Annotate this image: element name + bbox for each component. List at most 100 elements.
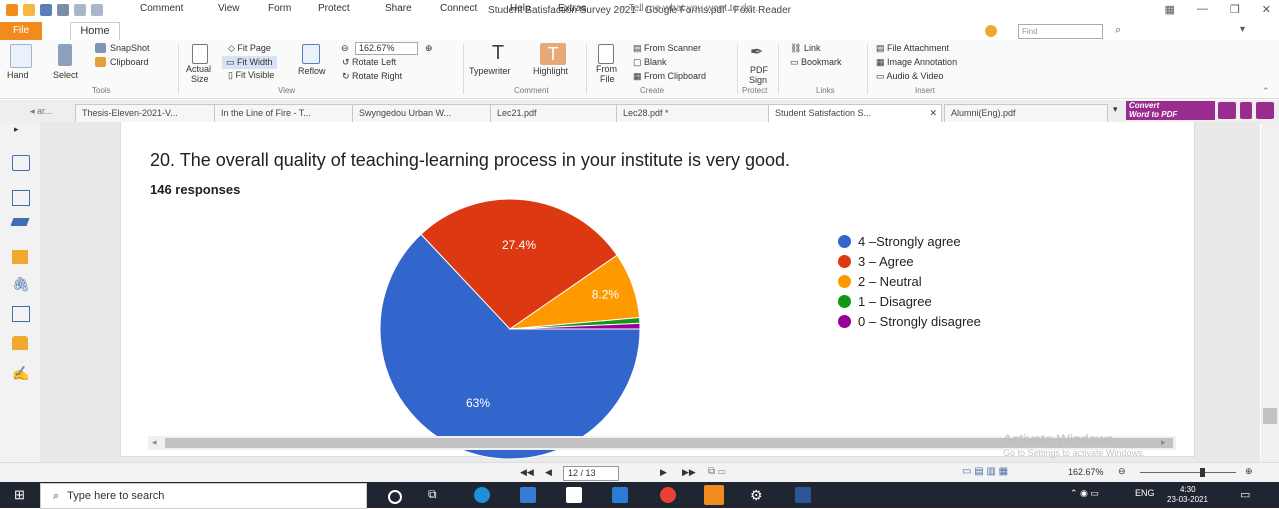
bookmark-button[interactable]: ▭ Bookmark [790,57,842,68]
actual-size-label-1[interactable]: Actual [186,64,211,74]
rotate-right-button[interactable]: ↻ Rotate Right [342,71,402,82]
menu-view[interactable]: View [218,3,240,14]
signature-panel-icon[interactable]: ✍ [12,366,29,380]
store-icon[interactable] [566,487,582,503]
start-icon[interactable]: ⊞ [14,488,28,502]
menu-share[interactable]: Share [385,3,412,14]
bookmarks-panel-icon[interactable] [12,155,30,171]
highlight-label[interactable]: Highlight [533,66,568,76]
from-file-icon[interactable] [598,44,614,64]
pin-icon[interactable] [1240,102,1252,119]
from-file-label-1[interactable]: From [596,64,617,74]
blank-button[interactable]: ▢ Blank [633,57,667,68]
tab-thesis[interactable]: Thesis-Eleven-2021-V... [75,104,224,122]
ribbon-display-icon[interactable]: ▦ [1165,3,1175,16]
collapse-ribbon-icon[interactable]: ⌃ [1262,86,1270,97]
word-icon[interactable] [795,487,811,503]
clock-date[interactable]: 23-03-2021 [1167,495,1208,504]
status-zoom-in-icon[interactable]: ⊕ [1245,466,1253,477]
search-icon[interactable]: ⌕ [1115,24,1121,37]
tab-lec21[interactable]: Lec21.pdf [490,104,624,122]
close-button[interactable]: ✕ [1262,3,1271,16]
page-layout-icons[interactable]: ▭ ▤ ▥ ▦ [962,466,1008,477]
pages-panel-icon[interactable] [12,190,30,206]
select-label[interactable]: Select [53,70,78,80]
share-icon[interactable] [1256,102,1274,119]
fit-page-button[interactable]: ◇ Fit Page [228,43,271,54]
clock-time[interactable]: 4:30 [1180,485,1196,494]
file-explorer-icon[interactable] [520,487,536,503]
previous-page-icon[interactable]: ◀ [545,467,552,478]
highlight-icon[interactable]: T [540,43,566,65]
tab-line-of-fire[interactable]: In the Line of Fire - T... [214,104,362,122]
zoom-select[interactable]: 162.67% [355,42,418,55]
menu-protect[interactable]: Protect [318,3,350,14]
scroll-left-arrow-icon[interactable]: ◂ [152,437,157,448]
content-panel-icon[interactable] [12,306,30,322]
tab-student-satisfaction[interactable]: Student Satisfaction S... ✕ [768,104,942,122]
input-language[interactable]: ENG [1135,488,1155,498]
select-icon[interactable] [58,44,72,66]
fit-width-button[interactable]: ▭ Fit Width [222,56,277,69]
audio-video-button[interactable]: ▭ Audio & Video [876,71,943,82]
foxit-reader-icon[interactable] [704,485,724,505]
menu-file[interactable]: File [0,22,42,40]
tab-scroll-left-icon[interactable]: ◂ ar... [30,106,52,117]
cortana-icon[interactable] [388,490,402,504]
actual-size-label-2[interactable]: Size [191,74,209,84]
pdf-sign-label-1[interactable]: PDF [750,65,768,75]
copy-icon[interactable]: ⧉ ▭ [708,466,726,477]
close-tab-icon[interactable]: ✕ [929,105,937,121]
chrome-icon[interactable] [660,487,676,503]
typewriter-label[interactable]: Typewriter [469,66,511,76]
typewriter-icon[interactable]: T [488,43,508,64]
zoom-slider[interactable] [1140,472,1236,473]
restore-button[interactable]: ❐ [1230,3,1240,16]
zoom-in-icon[interactable]: ⊕ [425,43,433,54]
help-icon[interactable]: ▾ [1240,24,1245,35]
zoom-slider-thumb[interactable] [1200,468,1205,477]
link-button[interactable]: ⛓ Link [790,43,820,54]
comments-panel-icon[interactable] [12,250,28,264]
rotate-left-button[interactable]: ↺ Rotate Left [342,57,396,68]
notifications-icon[interactable]: ▭ [1240,488,1250,501]
edge-icon[interactable] [474,487,490,503]
file-attachment-button[interactable]: ▤ File Attachment [876,43,949,54]
fit-visible-button[interactable]: ▯ Fit Visible [228,70,274,81]
menu-connect[interactable]: Connect [440,3,477,14]
security-panel-icon[interactable] [12,336,28,350]
page-number-input[interactable]: 12 / 13 [563,466,619,481]
scroll-right-arrow-icon[interactable]: ▸ [1161,437,1166,448]
first-page-icon[interactable]: ◀◀ [520,467,534,478]
from-file-label-2[interactable]: File [600,74,615,84]
tab-list-dropdown-icon[interactable]: ▾ [1113,104,1118,115]
menu-form[interactable]: Form [268,3,291,14]
tab-lec28[interactable]: Lec28.pdf * [616,104,778,122]
image-annotation-button[interactable]: ▦ Image Annotation [876,57,957,68]
zoom-out-icon[interactable]: ⊖ [341,43,349,54]
hand-label[interactable]: Hand [7,70,29,80]
task-view-icon[interactable]: ⧉ [428,487,444,503]
snapshot-button[interactable]: SnapShot [110,43,150,53]
last-page-icon[interactable]: ▶▶ [682,467,696,478]
taskbar-search[interactable]: ⌕ Type here to search [40,483,367,509]
vertical-scroll-thumb[interactable] [1263,408,1277,424]
minimize-button[interactable]: — [1197,3,1208,16]
tab-swyngedou[interactable]: Swyngedou Urban W... [352,104,498,122]
reflow-icon[interactable] [302,44,320,64]
clipboard-button[interactable]: Clipboard [110,57,149,67]
convert-word-to-pdf-button[interactable]: Convert Word to PDF [1126,101,1215,120]
from-scanner-button[interactable]: ▤ From Scanner [633,43,701,54]
expand-sidebar-icon[interactable]: ▸ [14,124,19,135]
menu-extras[interactable]: Extras [558,3,586,14]
status-zoom-out-icon[interactable]: ⊖ [1118,466,1126,477]
next-page-icon[interactable]: ▶ [660,467,667,478]
tray-icons[interactable]: ⌃ ◉ ▭ [1070,488,1099,499]
attachments-panel-icon[interactable]: 🖇 [12,277,30,291]
layout-icon[interactable] [1218,102,1236,119]
reflow-label[interactable]: Reflow [298,66,326,76]
from-clipboard-button[interactable]: ▦ From Clipboard [633,71,706,82]
tab-alumni[interactable]: Alumni(Eng).pdf [944,104,1108,122]
menu-home[interactable]: Home [70,22,120,41]
find-input[interactable]: Find [1018,24,1103,39]
